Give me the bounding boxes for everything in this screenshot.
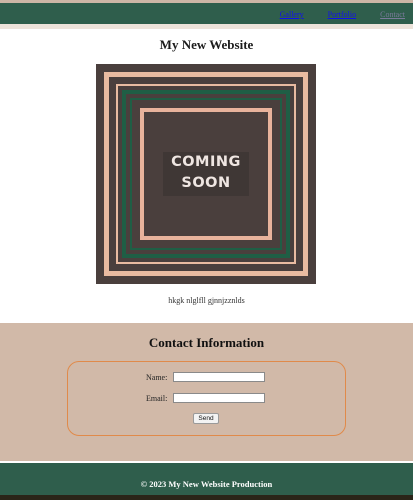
nav-link-gallery[interactable]: Gallery [280, 10, 304, 19]
top-navigation-bar: Gallery Portfolio Contact [0, 3, 413, 24]
footer-bottom-strip [0, 495, 413, 500]
name-input[interactable] [173, 372, 265, 382]
email-input[interactable] [173, 393, 265, 403]
coming-soon-image: COMING SOON [96, 64, 316, 284]
soon-text: SOON [181, 175, 231, 191]
nav-links: Gallery Portfolio Contact [280, 10, 405, 19]
page-title: My New Website [159, 37, 254, 52]
email-label: Email: [146, 394, 168, 403]
nav-link-contact[interactable]: Contact [380, 10, 405, 19]
name-label: Name: [146, 373, 168, 382]
contact-section: Contact Information Name: Email: Send [0, 323, 413, 461]
coming-text: COMING [171, 154, 241, 170]
contact-form: Name: Email: Send [67, 361, 346, 436]
coming-soon-label: COMING SOON [163, 152, 249, 196]
send-button[interactable]: Send [193, 413, 219, 424]
image-caption: hkgk nlglfll gjnnjzznlds [168, 296, 245, 305]
nav-link-portfolio[interactable]: Portfolio [328, 10, 356, 19]
nav-divider [0, 24, 413, 29]
contact-heading: Contact Information [148, 335, 265, 350]
footer-copyright: © 2023 My New Website Production [140, 479, 273, 489]
footer: © 2023 My New Website Production [0, 463, 413, 500]
